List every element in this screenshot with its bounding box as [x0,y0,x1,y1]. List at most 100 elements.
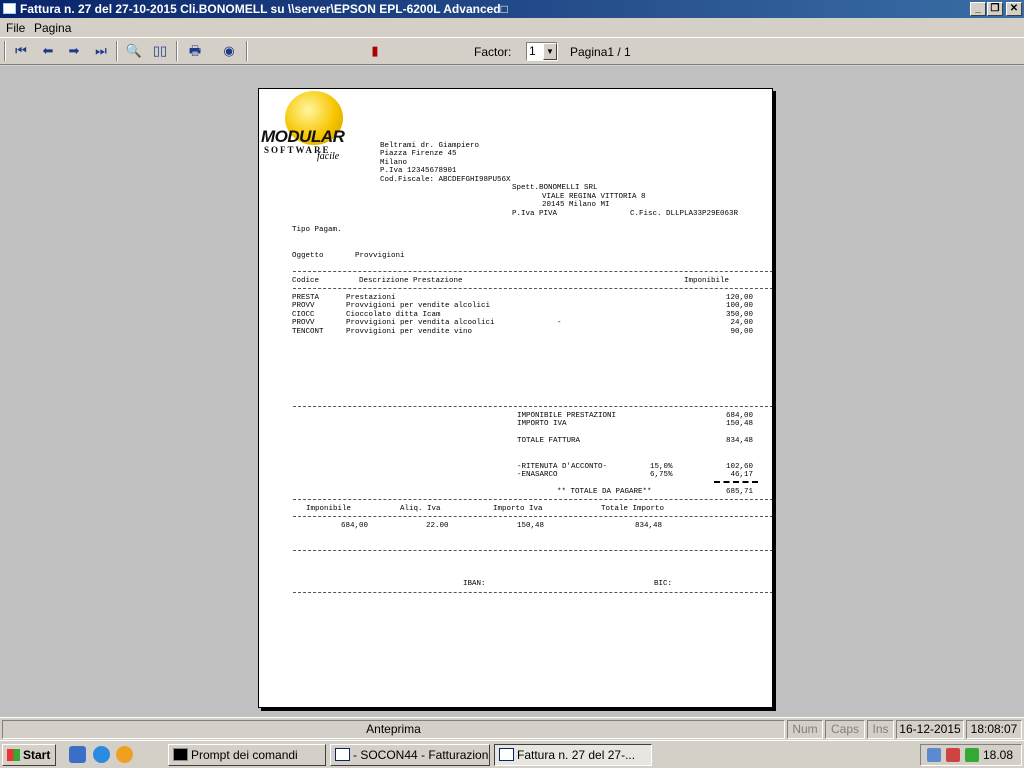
factor-label: Factor: [474,45,512,59]
windows-logo-icon [7,749,20,761]
chevron-down-icon[interactable]: ▼ [543,43,557,60]
show-desktop-icon[interactable] [69,746,86,763]
divider [293,271,772,272]
row-importo: 350,00 [725,311,753,319]
title-bar: Fattura n. 27 del 27-10-2015 Cli.BONOMEL… [0,0,1024,18]
network-icon[interactable] [927,748,941,762]
factor-value: 1 [529,44,536,58]
status-mode: Anteprima [2,720,785,739]
row-importo: 120,00 [725,294,753,302]
row-codice: PROVV [292,302,315,310]
iva-header-totale: Totale Importo [601,505,665,513]
divider [293,550,772,551]
menu-pagina[interactable]: Pagina [34,21,71,35]
security-icon[interactable] [946,748,960,762]
pagare-label: ** TOTALE DA PAGARE** [557,488,652,496]
task-socon-label: - SOCON44 - Fatturazion... [353,748,490,762]
header-imponibile: Imponibile [684,277,730,285]
two-pages-icon[interactable]: ▯▯ [149,41,171,61]
row-importo: 24,00 [730,319,753,327]
iva-value-aliq: 22.00 [426,522,449,530]
row-codice: TENCONT [292,328,324,336]
toolbar-separator [116,41,118,61]
oggetto-value: Provvigioni [355,252,405,260]
window-title: Fattura n. 27 del 27-10-2015 Cli.BONOMEL… [20,2,508,16]
first-page-icon[interactable]: ⏮ [10,41,32,61]
recipient-name: Spett.BONOMELLI SRL [512,184,598,192]
ritenuta-value: 102,60 [725,463,753,471]
row-codice: PROVV [292,319,315,327]
row-importo: 90,00 [730,328,753,336]
logo-text-modular: MODULAR [261,127,345,146]
sender-city: Milano [380,159,408,167]
media-player-icon[interactable] [116,746,133,763]
export-icon[interactable]: ◉ [218,41,240,61]
totale-label: TOTALE FATTURA [517,437,581,445]
row-importo: 100,00 [725,302,753,310]
window-icon [499,748,514,761]
divider [293,499,772,500]
iva-value: 150,48 [725,420,753,428]
internet-explorer-icon[interactable] [93,746,110,763]
factor-select[interactable]: 1 ▼ [526,42,558,61]
ritenuta-label: -RITENUTA D'ACCONTO- [517,463,608,471]
task-prompt[interactable]: Prompt dei comandi [168,744,326,766]
update-icon[interactable] [965,748,979,762]
ritenuta-pct: 15,0% [650,463,673,471]
menu-file[interactable]: File [6,21,25,35]
toolbar-separator [176,41,178,61]
row-descrizione: Provvigioni per vendite vino [346,328,473,336]
system-tray: 18.08 [920,744,1022,766]
recipient-cf: C.Fisc. DLLPLA33P29E063R [630,210,739,218]
recipient-address: VIALE REGINA VITTORIA 8 [542,193,646,201]
iva-value-importo: 150,48 [517,522,545,530]
logo-text-facile: facile [317,151,340,162]
last-page-icon[interactable]: ⏭ [90,41,112,61]
start-button[interactable]: Start [2,744,56,766]
header-descrizione: Descrizione Prestazione [359,277,463,285]
recipient-piva: P.Iva PIVA [512,210,558,218]
enasarco-pct: 6,75% [650,471,673,479]
status-num: Num [787,720,823,739]
minimize-button[interactable]: _ [970,2,986,16]
print-icon[interactable]: 🖶 [184,41,206,61]
start-label: Start [23,748,51,762]
header-codice: Codice [292,277,320,285]
window-icon [335,748,350,761]
status-caps: Caps [825,720,865,739]
app-icon [3,3,16,14]
sender-cf: Cod.Fiscale: ABCDEFGHI98PU56X [380,176,511,184]
iva-label: IMPORTO IVA [517,420,567,428]
cmd-icon [173,748,188,761]
divider [293,592,772,593]
row-extra: - [557,319,562,327]
taskbar-clock: 18.08 [982,748,1013,762]
enasarco-label: -ENASARCO [517,471,558,479]
iva-header-importo: Importo Iva [493,505,543,513]
iva-header-imponibile: Imponibile [306,505,352,513]
restore-button[interactable]: ❐ [987,2,1003,16]
taskbar: Start Prompt dei comandi - SOCON44 - Fat… [0,740,1024,768]
row-descrizione: Cioccolato ditta Icam [346,311,441,319]
tipo-pagam: Tipo Pagam. [292,226,342,234]
invoice-page: MODULAR SOFTWARE facile Beltrami dr. Gia… [258,88,773,708]
row-descrizione: Provvigioni per vendita alcoolici [346,319,495,327]
next-page-icon[interactable]: ➡ [63,41,85,61]
oggetto-label: Oggetto [292,252,324,260]
previous-page-icon[interactable]: ⬅ [37,41,59,61]
imponibile-value: 684,00 [725,412,753,420]
close-button[interactable]: ✕ [1006,2,1022,16]
status-date: 16-12-2015 [896,720,964,739]
company-logo: MODULAR SOFTWARE facile [261,91,361,171]
divider [293,516,772,517]
task-socon[interactable]: - SOCON44 - Fatturazion... [330,744,490,766]
task-fattura[interactable]: Fattura n. 27 del 27-... [494,744,652,766]
iva-value-totale: 834,48 [635,522,663,530]
imponibile-label: IMPONIBILE PRESTAZIONI [517,412,617,420]
iban-label: IBAN: [463,580,486,588]
status-bar: Anteprima Num Caps Ins 16-12-2015 18:08:… [0,717,1024,739]
exit-door-icon[interactable]: ▮ [364,41,386,61]
bic-label: BIC: [654,580,673,588]
row-descrizione: Provvigioni per vendite alcolici [346,302,491,310]
zoom-icon[interactable]: 🔍 [123,41,145,61]
